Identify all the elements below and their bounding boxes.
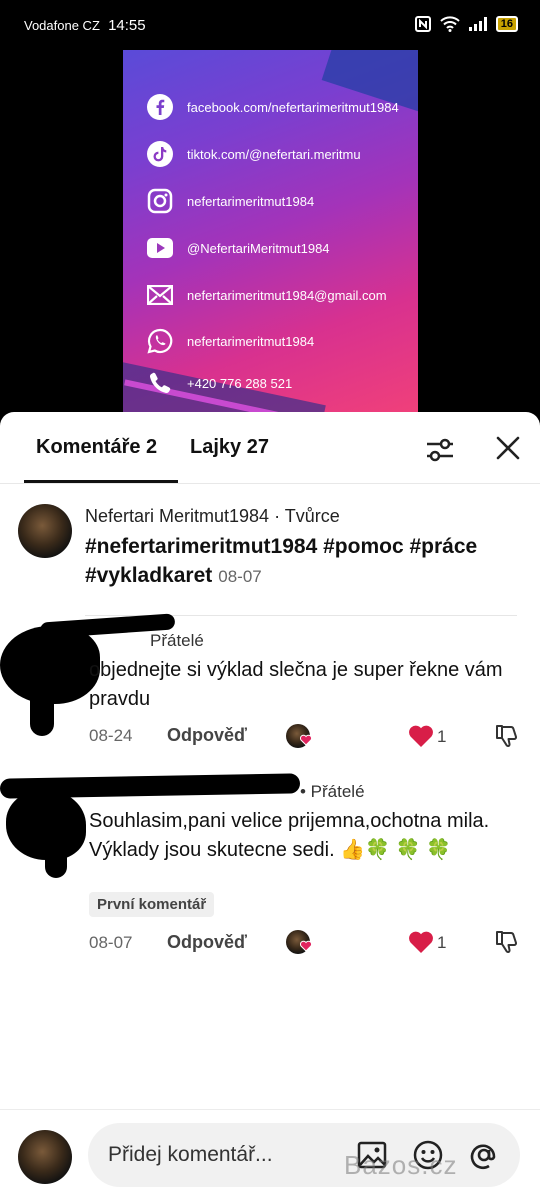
social-instagram: nefertarimeritmut1984 xyxy=(147,188,314,214)
social-text: nefertarimeritmut1984@gmail.com xyxy=(187,287,387,303)
wifi-icon xyxy=(440,16,460,32)
like-heart-icon[interactable] xyxy=(408,930,434,954)
facebook-icon xyxy=(147,94,173,120)
instagram-icon xyxy=(147,188,173,214)
tab-bar: Komentáře 2 Lajky 27 xyxy=(0,412,540,484)
tiktok-icon xyxy=(147,141,173,167)
youtube-icon xyxy=(147,235,173,261)
social-text: tiktok.com/@nefertari.meritmu xyxy=(187,146,361,162)
heart-icon xyxy=(300,734,312,746)
social-text: facebook.com/nefertarimeritmut1984 xyxy=(187,99,399,115)
redaction-mark xyxy=(45,842,67,878)
tab-comments[interactable]: Komentáře 2 xyxy=(36,436,157,459)
whatsapp-icon xyxy=(147,328,173,354)
clock: 14:55 xyxy=(108,17,146,34)
carrier-name: Vodafone CZ xyxy=(24,18,100,33)
social-text: nefertarimeritmut1984 xyxy=(187,193,315,209)
social-text: nefertarimeritmut1984 xyxy=(187,333,315,349)
close-button[interactable] xyxy=(494,434,522,462)
comment-input-bar: Přidej komentář... Bazos.cz xyxy=(0,1109,540,1200)
comments-sheet: Komentáře 2 Lajky 27 Nefertari Meritmut1… xyxy=(0,412,540,1200)
reply-button[interactable]: Odpověď xyxy=(167,725,247,746)
comment-date: 08-07 xyxy=(89,933,133,952)
active-tab-indicator xyxy=(24,480,178,483)
watermark: Bazos.cz xyxy=(344,1150,458,1180)
comment-author-relation: Přátelé xyxy=(150,631,204,650)
hashtags[interactable]: #nefertarimeritmut1984 #pomoc #práce #vy… xyxy=(85,535,477,587)
comment-placeholder: Přidej komentář... xyxy=(108,1143,273,1166)
first-comment-badge: První komentář xyxy=(89,892,215,917)
status-left: Vodafone CZ 14:55 xyxy=(24,17,146,34)
comment-date: 08-24 xyxy=(89,726,133,745)
like-heart-icon[interactable] xyxy=(408,724,434,748)
redaction-mark xyxy=(30,686,54,736)
tab-likes[interactable]: Lajky 27 xyxy=(190,436,269,459)
comment-date: 08-07 xyxy=(218,567,262,586)
comment-text: objednejte si výklad slečna je super řek… xyxy=(89,659,503,710)
creator-avatar[interactable] xyxy=(18,504,72,558)
like-count: 1 xyxy=(437,727,447,746)
dislike-icon[interactable] xyxy=(494,929,520,955)
social-text: @NefertariMeritmut1984 xyxy=(187,240,330,256)
filter-button[interactable] xyxy=(424,434,456,466)
signal-icon xyxy=(468,17,487,31)
social-youtube: @NefertariMeritmut1984 xyxy=(147,235,330,261)
user-avatar xyxy=(18,1130,72,1184)
social-tiktok: tiktok.com/@nefertari.meritmu xyxy=(147,141,361,167)
social-mail: nefertarimeritmut1984@gmail.com xyxy=(147,282,387,308)
social-whatsapp: nefertarimeritmut1984 xyxy=(147,328,314,354)
mail-icon xyxy=(147,282,173,308)
close-icon xyxy=(496,436,520,460)
social-phone: +420 776 288 521 xyxy=(147,370,292,396)
video-player[interactable]: facebook.com/nefertarimeritmut1984 tikto… xyxy=(0,50,540,412)
creator-comment-text: #nefertarimeritmut1984 #pomoc #práce #vy… xyxy=(85,532,525,591)
status-icons: 16 xyxy=(414,16,518,32)
dislike-icon[interactable] xyxy=(494,723,520,749)
phone-icon xyxy=(147,370,173,396)
sliders-icon xyxy=(427,438,453,462)
social-facebook: facebook.com/nefertarimeritmut1984 xyxy=(147,94,399,120)
status-bar: Vodafone CZ 14:55 16 xyxy=(0,0,540,50)
nfc-icon xyxy=(414,16,431,32)
social-text: +420 776 288 521 xyxy=(187,375,293,391)
like-count: 1 xyxy=(437,933,447,952)
comment-author-relation: • Přátelé xyxy=(300,782,365,801)
reply-button[interactable]: Odpověď xyxy=(167,932,247,953)
comment-text: Souhlasim,pani velice prijemna,ochotna m… xyxy=(89,810,490,861)
creator-name[interactable]: Nefertari Meritmut1984 · Tvůrce xyxy=(85,506,340,527)
heart-icon xyxy=(300,940,312,952)
battery-icon: 16 xyxy=(495,16,518,32)
video-frame: facebook.com/nefertarimeritmut1984 tikto… xyxy=(123,50,418,412)
mention-icon[interactable] xyxy=(468,1139,500,1171)
